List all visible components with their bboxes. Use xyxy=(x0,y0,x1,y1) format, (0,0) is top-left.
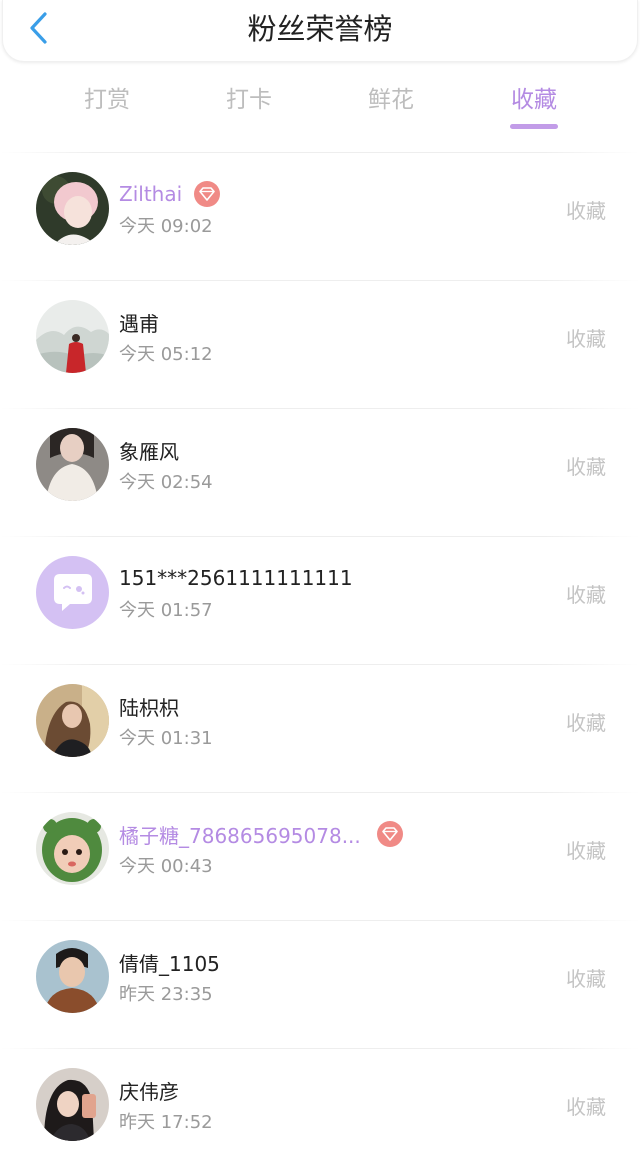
fan-time: 今天 05:12 xyxy=(119,344,213,365)
list-item[interactable]: 遇甫 今天 05:12 收藏 xyxy=(0,280,640,408)
avatar-girl-white-top-icon xyxy=(36,428,109,501)
row-divider xyxy=(0,408,640,409)
row-divider xyxy=(0,536,640,537)
fan-action-label: 收藏 xyxy=(566,583,606,607)
avatar-red-cloak-landscape-icon xyxy=(36,300,109,373)
row-divider xyxy=(0,920,640,921)
fan-action-label: 收藏 xyxy=(566,967,606,991)
list-item[interactable]: 橘子糖_786865695078... 今天 00:43 收藏 xyxy=(0,792,640,920)
fan-time: 今天 02:54 xyxy=(119,472,213,493)
name-line: 象雁风 xyxy=(119,435,179,465)
fan-name: 橘子糖_786865695078... xyxy=(119,823,361,848)
fan-time: 今天 01:57 xyxy=(119,600,213,621)
fan-name: 遇甫 xyxy=(119,311,159,336)
tab-bar: 打赏 打卡 鲜花 收藏 xyxy=(0,80,640,134)
fan-name: 倩倩_1105 xyxy=(119,951,220,976)
avatar[interactable] xyxy=(36,940,109,1013)
avatar-girl-selfie-icon xyxy=(36,1068,109,1141)
fan-name: 象雁风 xyxy=(119,439,179,464)
avatar-green-hood-icon xyxy=(36,812,109,885)
fan-action-label: 收藏 xyxy=(566,199,606,223)
row-divider xyxy=(0,152,640,153)
top-bar: 粉丝荣誉榜 xyxy=(2,0,638,62)
avatar[interactable] xyxy=(36,812,109,885)
list-item[interactable]: Zilthai 今天 09:02 收藏 xyxy=(0,152,640,280)
list-item[interactable]: 庆伟彦 昨天 17:52 收藏 xyxy=(0,1048,640,1151)
name-line: 橘子糖_786865695078... xyxy=(119,819,403,849)
name-line: 庆伟彦 xyxy=(119,1075,179,1105)
fan-time: 今天 09:02 xyxy=(119,216,213,237)
name-line: 倩倩_1105 xyxy=(119,947,220,977)
diamond-icon xyxy=(199,187,215,201)
list-item[interactable]: 陆枳枳 今天 01:31 收藏 xyxy=(0,664,640,792)
fan-action-label: 收藏 xyxy=(566,711,606,735)
fan-action-label: 收藏 xyxy=(566,839,606,863)
row-divider xyxy=(0,664,640,665)
list-item[interactable]: 象雁风 今天 02:54 收藏 xyxy=(0,408,640,536)
avatar-default-chat-bubble-icon xyxy=(36,556,109,629)
avatar-boy-brown-shirt-icon xyxy=(36,940,109,1013)
avatar[interactable] xyxy=(36,556,109,629)
avatar-girl-long-hair-icon xyxy=(36,684,109,757)
avatar-pink-hair-icon xyxy=(36,172,109,245)
vip-badge xyxy=(194,181,221,207)
list-item[interactable]: 倩倩_1105 昨天 23:35 收藏 xyxy=(0,920,640,1048)
row-divider xyxy=(0,1048,640,1049)
fan-name: 庆伟彦 xyxy=(119,1079,179,1104)
tab-tip[interactable]: 打赏 xyxy=(62,80,152,120)
fan-name: 陆枳枳 xyxy=(119,695,179,720)
active-tab-indicator xyxy=(510,124,558,129)
fan-time: 今天 00:43 xyxy=(119,856,213,877)
fan-name: Zilthai xyxy=(119,182,183,206)
name-line: Zilthai xyxy=(119,179,221,209)
avatar[interactable] xyxy=(36,300,109,373)
fan-time: 今天 01:31 xyxy=(119,728,213,749)
fan-action-label: 收藏 xyxy=(566,455,606,479)
fan-time: 昨天 17:52 xyxy=(119,1112,213,1133)
list-item[interactable]: 151***2561111111111 今天 01:57 收藏 xyxy=(0,536,640,664)
page-title: 粉丝荣誉榜 xyxy=(247,12,393,46)
tab-favorites[interactable]: 收藏 xyxy=(489,80,579,129)
row-divider xyxy=(0,280,640,281)
name-line: 遇甫 xyxy=(119,307,159,337)
name-line: 陆枳枳 xyxy=(119,691,179,721)
avatar[interactable] xyxy=(36,684,109,757)
avatar[interactable] xyxy=(36,428,109,501)
row-divider xyxy=(0,792,640,793)
fan-list: Zilthai 今天 09:02 收藏 遇甫 今天 05:12 收藏 象雁风 今… xyxy=(0,152,640,1151)
diamond-icon xyxy=(381,827,398,841)
fan-honor-page: 粉丝荣誉榜 打赏 打卡 鲜花 收藏 Zilthai 今天 09:02 收藏 遇甫… xyxy=(0,0,640,1151)
tab-flowers[interactable]: 鲜花 xyxy=(346,80,436,120)
fan-action-label: 收藏 xyxy=(566,1095,606,1119)
fan-time: 昨天 23:35 xyxy=(119,984,213,1005)
avatar[interactable] xyxy=(36,172,109,245)
tab-favorites-label: 收藏 xyxy=(511,87,557,113)
fan-name: 151***2561111111111 xyxy=(119,566,353,590)
vip-badge xyxy=(376,821,403,847)
avatar[interactable] xyxy=(36,1068,109,1141)
tab-checkin[interactable]: 打卡 xyxy=(204,80,294,120)
fan-action-label: 收藏 xyxy=(566,327,606,351)
name-line: 151***2561111111111 xyxy=(119,563,353,593)
